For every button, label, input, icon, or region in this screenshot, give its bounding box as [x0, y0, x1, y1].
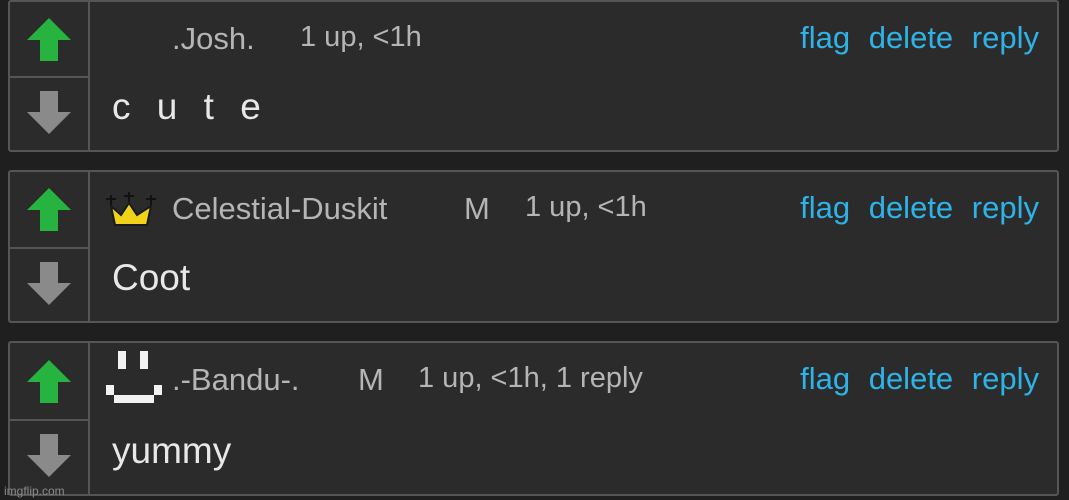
comment-meta: 1 up, <1h, 1 reply	[418, 362, 643, 394]
username-link[interactable]: Celestial-Duskit	[172, 191, 387, 227]
comment-meta: 1 up, <1h	[300, 21, 422, 53]
upvote-button[interactable]	[10, 343, 88, 419]
comment-header: .Josh. 1 up, <1h flag delete reply	[88, 2, 1057, 74]
comment: .Josh. 1 up, <1h flag delete reply c u t…	[8, 0, 1059, 152]
mod-badge: M	[358, 362, 384, 397]
upvote-button[interactable]	[10, 2, 88, 76]
flag-link[interactable]: flag	[800, 190, 850, 225]
comment-text: yummy	[112, 430, 232, 471]
upvote-arrow-icon	[27, 359, 71, 403]
flag-link[interactable]: flag	[800, 361, 850, 396]
reply-link[interactable]: reply	[972, 190, 1039, 225]
delete-link[interactable]: delete	[869, 20, 953, 55]
downvote-button[interactable]	[10, 247, 88, 322]
watermark: imgflip.com	[4, 484, 65, 498]
pixel-smiley-icon	[106, 351, 162, 403]
username-link[interactable]: .Josh.	[172, 21, 255, 57]
delete-link[interactable]: delete	[869, 361, 953, 396]
comment: .-Bandu-. M 1 up, <1h, 1 reply flag dele…	[8, 341, 1059, 496]
username-link[interactable]: .-Bandu-.	[172, 362, 300, 398]
upvote-arrow-icon	[27, 18, 71, 61]
crown-icon	[106, 192, 156, 226]
comment: Celestial-Duskit M 1 up, <1h flag delete…	[8, 170, 1059, 323]
reply-link[interactable]: reply	[972, 361, 1039, 396]
downvote-arrow-icon	[27, 434, 71, 478]
reply-link[interactable]: reply	[972, 20, 1039, 55]
vote-column	[10, 343, 90, 494]
comment-body: c u t e	[88, 72, 1057, 150]
upvote-arrow-icon	[27, 188, 71, 232]
delete-link[interactable]: delete	[869, 190, 953, 225]
upvote-button[interactable]	[10, 172, 88, 247]
downvote-button[interactable]	[10, 76, 88, 150]
comment-body: yummy	[88, 416, 1057, 494]
downvote-arrow-icon	[27, 91, 71, 134]
comment-header: .-Bandu-. M 1 up, <1h, 1 reply flag dele…	[88, 343, 1057, 415]
flag-link[interactable]: flag	[800, 20, 850, 55]
vote-column	[10, 2, 90, 150]
vote-column	[10, 172, 90, 321]
downvote-button[interactable]	[10, 419, 88, 495]
comment-actions: flag delete reply	[790, 20, 1039, 56]
comment-body: Coot	[88, 243, 1057, 321]
comment-header: Celestial-Duskit M 1 up, <1h flag delete…	[88, 172, 1057, 244]
downvote-arrow-icon	[27, 261, 71, 305]
comment-text: Coot	[112, 257, 191, 298]
comment-meta: 1 up, <1h	[525, 191, 647, 223]
mod-badge: M	[464, 191, 490, 226]
comment-actions: flag delete reply	[790, 190, 1039, 226]
comment-actions: flag delete reply	[790, 361, 1039, 397]
comment-text: c u t e	[112, 86, 269, 127]
